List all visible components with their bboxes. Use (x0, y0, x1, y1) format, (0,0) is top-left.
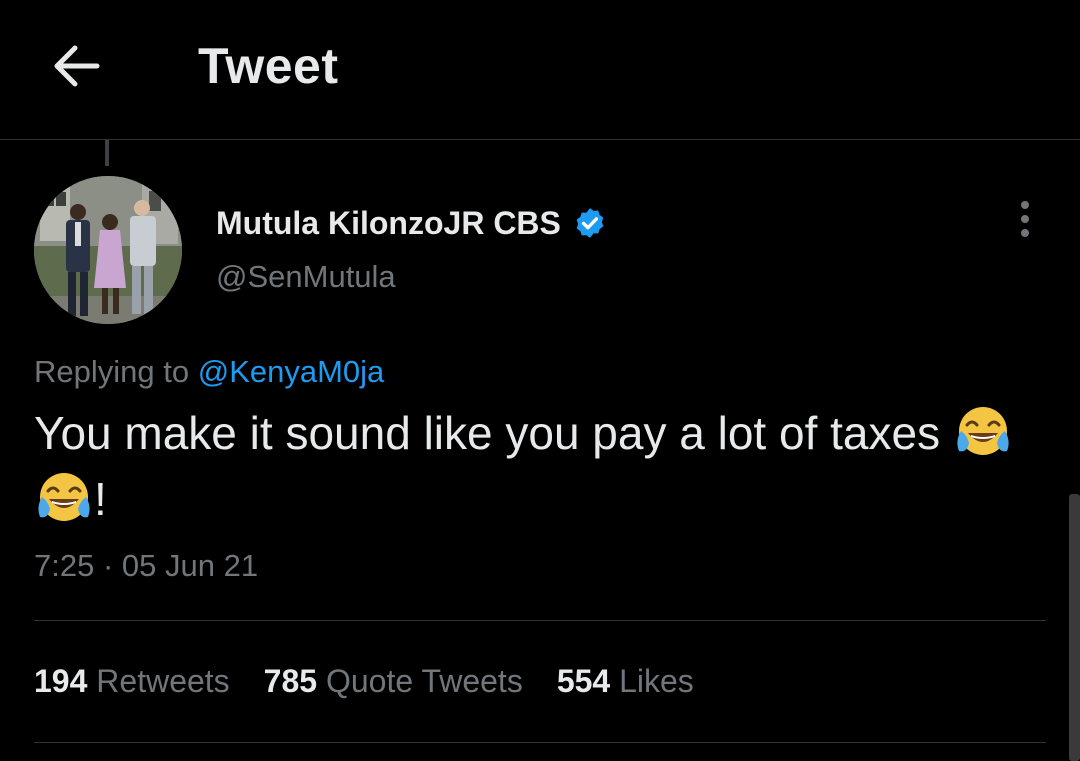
tweet-time: 7:25 (34, 548, 95, 583)
avatar[interactable] (34, 176, 182, 324)
likes-label: Likes (619, 663, 694, 699)
tweet-text-body: You make it sound like you pay a lot of … (34, 407, 941, 459)
face-with-tears-of-joy-icon (957, 407, 1009, 455)
scrollbar[interactable] (1069, 494, 1080, 761)
retweets-label: Retweets (96, 663, 230, 699)
author-name-text: Mutula KilonzoJR CBS (216, 205, 561, 241)
author-handle[interactable]: @SenMutula (216, 257, 396, 297)
replying-to-line: Replying to @KenyaM0ja (34, 352, 384, 392)
quote-tweets-stat[interactable]: 785 Quote Tweets (264, 661, 523, 701)
more-dot-icon (1021, 201, 1029, 209)
more-dot-icon (1021, 215, 1029, 223)
author-display-name[interactable]: Mutula KilonzoJR CBS (216, 203, 607, 243)
more-options-button[interactable] (1005, 196, 1045, 242)
tweet-date: 05 Jun 21 (121, 548, 259, 583)
tweet-stats: 194 Retweets 785 Quote Tweets 554 Likes (34, 661, 728, 701)
back-button[interactable] (44, 36, 108, 96)
tweet-text: You make it sound like you pay a lot of … (34, 400, 1034, 532)
divider (34, 742, 1046, 743)
retweets-stat[interactable]: 194 Retweets (34, 661, 230, 701)
tweet-text-ending: ! (94, 473, 107, 525)
likes-stat[interactable]: 554 Likes (557, 661, 694, 701)
arrow-left-icon (54, 45, 100, 87)
quote-tweets-label: Quote Tweets (325, 663, 523, 699)
face-with-tears-of-joy-icon (38, 473, 90, 521)
tweet-timestamp[interactable]: 7:25 · 05 Jun 21 (34, 546, 258, 586)
more-dot-icon (1021, 229, 1029, 237)
verified-badge-icon (576, 208, 604, 238)
profile-photo (34, 176, 182, 324)
timestamp-separator: · (102, 548, 114, 583)
thread-connector-line (105, 140, 109, 166)
divider (34, 620, 1046, 621)
likes-count: 554 (556, 663, 611, 699)
quote-tweets-count: 785 (263, 663, 318, 699)
page-title: Tweet (198, 38, 339, 94)
replying-to-handle-link[interactable]: @KenyaM0ja (198, 354, 385, 389)
retweets-count: 194 (34, 663, 88, 699)
top-bar: Tweet (0, 0, 1080, 140)
replying-to-prefix: Replying to (34, 354, 190, 389)
